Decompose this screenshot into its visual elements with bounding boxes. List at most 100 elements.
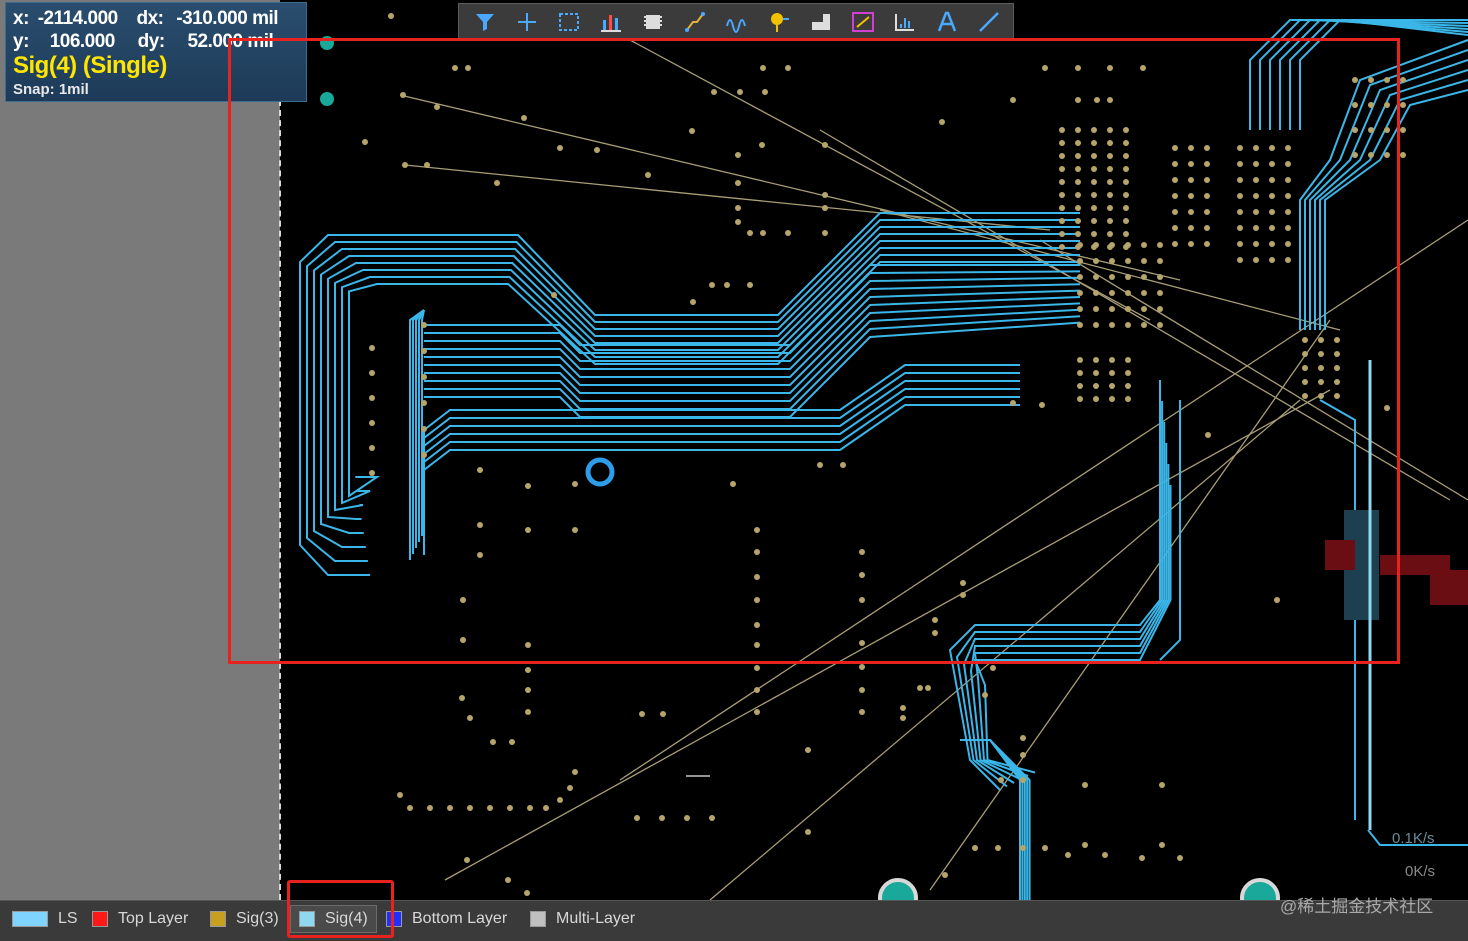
via (464, 857, 470, 863)
via (711, 89, 717, 95)
pcb-canvas[interactable] (282, 0, 1468, 900)
via (1237, 209, 1243, 215)
pin-icon[interactable] (761, 7, 797, 37)
via (1172, 177, 1178, 183)
via (817, 462, 823, 468)
layer-tab-top-layer[interactable]: Top Layer (84, 905, 196, 933)
via (424, 162, 430, 168)
via (1159, 782, 1165, 788)
via (1125, 396, 1131, 402)
via (1188, 225, 1194, 231)
via (1269, 257, 1275, 263)
dimension-icon[interactable] (887, 7, 923, 37)
via (754, 527, 760, 533)
via (1077, 370, 1083, 376)
via (639, 711, 645, 717)
via (1075, 97, 1081, 103)
ratsnest-line (619, 219, 1468, 781)
via (551, 292, 557, 298)
filter-icon[interactable] (467, 7, 503, 37)
via (737, 89, 743, 95)
via (1093, 290, 1099, 296)
via (1059, 231, 1065, 237)
via (460, 597, 466, 603)
via (1077, 306, 1083, 312)
via (1334, 365, 1340, 371)
via (1269, 177, 1275, 183)
via (960, 592, 966, 598)
via (900, 705, 906, 711)
x-label: x: (13, 8, 29, 29)
via (1318, 351, 1324, 357)
bar-chart-icon[interactable] (593, 7, 629, 37)
layer-tab-bottom-layer[interactable]: Bottom Layer (378, 905, 515, 933)
component-icon[interactable] (635, 7, 671, 37)
via (1141, 322, 1147, 328)
via (1253, 209, 1259, 215)
via (1253, 145, 1259, 151)
via (900, 715, 906, 721)
via (1188, 145, 1194, 151)
via (1059, 166, 1065, 172)
via (1141, 290, 1147, 296)
y-label: y: (13, 31, 29, 52)
text-icon[interactable] (929, 7, 965, 37)
mounting-hole (320, 92, 334, 106)
via (1269, 225, 1275, 231)
via (1368, 127, 1374, 133)
via (369, 470, 375, 476)
select-rect-icon[interactable] (551, 7, 587, 37)
via (1269, 145, 1275, 151)
via (759, 142, 765, 148)
component-pad (1325, 540, 1355, 570)
via (525, 687, 531, 693)
polygon-icon[interactable] (803, 7, 839, 37)
via (505, 877, 511, 883)
via (1059, 153, 1065, 159)
layer-tab-multi-layer[interactable]: Multi-Layer (522, 905, 643, 933)
layer-tab-ls[interactable]: LS (4, 905, 86, 933)
via (634, 815, 640, 821)
via (754, 597, 760, 603)
draw-line-icon[interactable] (971, 7, 1007, 37)
via (1059, 179, 1065, 185)
via (1107, 205, 1113, 211)
route-icon[interactable] (677, 7, 713, 37)
via (754, 665, 760, 671)
via (494, 180, 500, 186)
via (822, 205, 828, 211)
via (1109, 370, 1115, 376)
pcb-drawing[interactable] (282, 0, 1468, 900)
via (1269, 209, 1275, 215)
via (1139, 855, 1145, 861)
via (362, 139, 368, 145)
via (1204, 177, 1210, 183)
via (421, 452, 427, 458)
via (1285, 177, 1291, 183)
via (388, 13, 394, 19)
layer-tab-sig4[interactable]: Sig(4) (290, 905, 377, 933)
via (1125, 306, 1131, 312)
via (1253, 161, 1259, 167)
layer-tab-label: Multi-Layer (556, 910, 636, 927)
via (400, 92, 406, 98)
via (1384, 77, 1390, 83)
cross-select-icon[interactable] (509, 7, 545, 37)
via (1077, 396, 1083, 402)
via (1123, 179, 1129, 185)
line-icon[interactable] (845, 7, 881, 37)
via (1269, 193, 1275, 199)
via (1091, 179, 1097, 185)
x-value: -2114.000 (37, 8, 119, 29)
ratsnest-line (709, 399, 1301, 900)
via (1077, 290, 1083, 296)
via (1334, 379, 1340, 385)
via (525, 527, 531, 533)
trace (1304, 49, 1468, 330)
via (1109, 357, 1115, 363)
layer-tab-sig3[interactable]: Sig(3) (202, 905, 287, 933)
interactive-route-icon[interactable] (719, 7, 755, 37)
via (1091, 166, 1097, 172)
coordinate-hud: x: -2114.000 dx: -310.000 mil y: 106.000… (5, 2, 307, 102)
trace (423, 388, 1020, 539)
